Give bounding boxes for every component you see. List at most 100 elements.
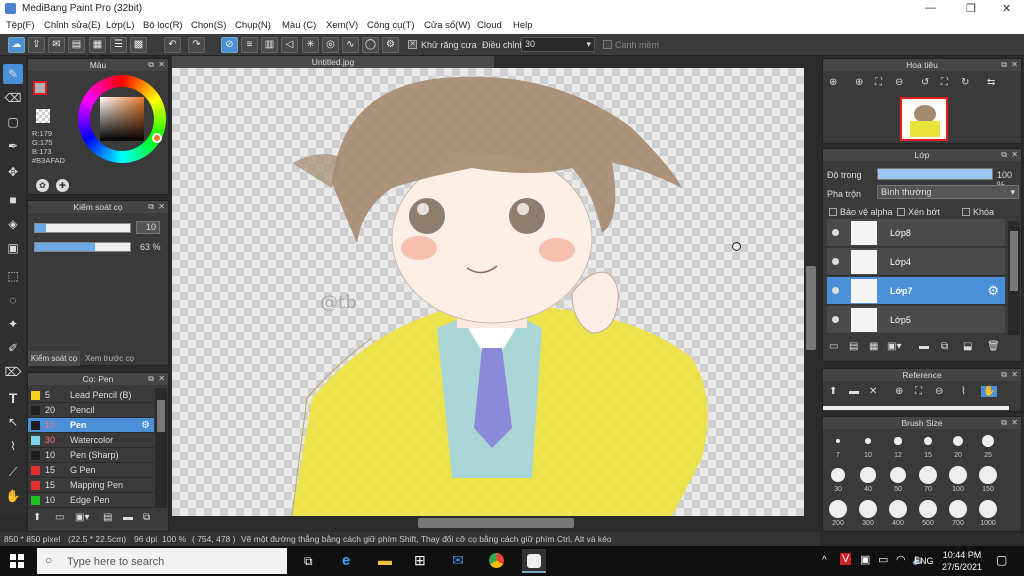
search-box[interactable]: ○ Type here to search [37, 548, 287, 574]
foreground-color[interactable] [33, 81, 47, 95]
fit-icon[interactable]: ⛶ [915, 386, 922, 397]
radial-snap-icon[interactable]: ✳ [302, 37, 319, 53]
tab-brush-preview[interactable]: Xem trước cọ [82, 351, 137, 366]
no-snap-icon[interactable]: ⊘ [221, 37, 238, 53]
menu-view[interactable]: Xem(V) [326, 20, 358, 31]
palette-add-icon[interactable]: ✚ [56, 179, 69, 192]
clipping-checkbox[interactable] [897, 208, 905, 216]
canvas-horizontal-scrollbar[interactable] [172, 516, 804, 530]
popout-icon[interactable]: ⧉ [148, 59, 154, 71]
brush-size-dot[interactable] [919, 500, 937, 518]
close-icon[interactable]: ✕ [158, 201, 165, 213]
flip-icon[interactable]: ⇆ [987, 77, 995, 88]
brush-size-dot[interactable] [919, 466, 937, 484]
rotate-right-icon[interactable]: ↻ [961, 77, 969, 88]
eyedropper-icon[interactable]: ⌇ [961, 386, 966, 397]
popout-icon[interactable]: ⧉ [1001, 59, 1007, 71]
parallel-snap-icon[interactable]: ≡ [241, 37, 258, 53]
brush-doc-icon[interactable]: ▤ [103, 512, 112, 523]
menu-filter[interactable]: Bộ lọc(R) [143, 20, 183, 31]
canvas-vertical-scrollbar[interactable] [804, 68, 818, 516]
document-icon[interactable]: ▦ [89, 37, 106, 53]
antialias-checkbox[interactable]: ✕ [408, 40, 417, 49]
fill-tool-icon[interactable]: ◈ [3, 214, 23, 234]
redo-icon[interactable]: ↷ [188, 37, 205, 53]
close-icon[interactable]: ✕ [1011, 417, 1018, 429]
cross-snap-icon[interactable]: ▥ [261, 37, 278, 53]
rotate-left-icon[interactable]: ↺ [921, 77, 929, 88]
undo-icon[interactable]: ↶ [164, 37, 181, 53]
menu-cloud[interactable]: Cloud [477, 20, 502, 31]
new-halftone-layer-icon[interactable]: ▦ [869, 341, 878, 352]
gear-icon[interactable]: ⚙ [987, 283, 999, 299]
brush-item[interactable]: 30 Watercolor [28, 433, 154, 448]
snap-settings-icon[interactable]: ⚙ [382, 37, 399, 53]
edge-checkbox[interactable] [603, 40, 612, 49]
menu-edit[interactable]: Chỉnh sửa(E) [44, 20, 101, 31]
brush-opacity-slider[interactable] [34, 242, 131, 252]
brush-size-dot[interactable] [979, 466, 997, 484]
zoom-out-icon[interactable]: ⊖ [935, 386, 943, 397]
open-icon[interactable]: ▬ [849, 386, 859, 397]
zoom-in-icon[interactable]: ⊕ [855, 77, 863, 88]
circle-snap-icon[interactable]: ◎ [322, 37, 339, 53]
brush-tool-icon[interactable]: ✎ [3, 64, 23, 84]
brush-item[interactable]: 15 Mapping Pen [28, 478, 154, 493]
layer-menu-icon[interactable]: ▣▾ [887, 341, 901, 352]
close-icon[interactable]: ✕ [1011, 369, 1018, 381]
eye-icon[interactable] [832, 287, 839, 294]
delete-icon[interactable]: 🗑 [987, 341, 1000, 352]
clock[interactable]: 10:44 PM 27/5/2021 [942, 549, 982, 573]
dot-tool-icon[interactable]: ▢ [3, 112, 23, 132]
layer-row[interactable]: Lớp8 [827, 219, 1005, 247]
eye-icon[interactable] [832, 316, 839, 323]
brush-item[interactable]: 10 Pen (Sharp) [28, 448, 154, 463]
chrome-icon[interactable] [489, 553, 504, 568]
add-brush-icon[interactable]: ⬆ [33, 512, 41, 523]
blend-select[interactable]: Bình thường ▾ [877, 185, 1019, 199]
brush-size-dot[interactable] [889, 500, 907, 518]
curve-snap-icon[interactable]: ∿ [342, 37, 359, 53]
brush-size-dot[interactable] [860, 467, 876, 483]
cloud-icon[interactable]: ☁ [8, 37, 25, 53]
zoom-in-icon[interactable]: ⊕ [829, 77, 837, 88]
eraser-tool-icon[interactable]: ⌫ [3, 88, 23, 108]
close-button[interactable]: ✕ [1002, 2, 1011, 15]
store-icon[interactable]: ⊞ [414, 552, 426, 569]
brush-size-dot[interactable] [923, 436, 933, 446]
palette-icon[interactable]: ✿ [36, 179, 49, 192]
menu-window[interactable]: Cửa sổ(W) [424, 20, 470, 31]
layer-row[interactable]: Lớp5 [827, 306, 1005, 334]
ellipse-snap-icon[interactable]: ◯ [362, 37, 379, 53]
menu-layer[interactable]: Lớp(L) [106, 20, 134, 31]
task-view-icon[interactable]: ⧉ [304, 554, 313, 569]
navigator-preview[interactable] [900, 97, 948, 141]
layer-scrollbar[interactable] [1008, 221, 1020, 335]
upload-icon[interactable]: ⬆ [829, 386, 837, 397]
text-tool-icon[interactable]: T [3, 388, 23, 408]
fit-icon[interactable]: ⛶ [875, 77, 882, 88]
popout-icon[interactable]: ⧉ [148, 373, 154, 385]
saturation-square[interactable] [100, 97, 144, 141]
operation-tool-icon[interactable]: ↖ [3, 412, 23, 432]
grid-icon[interactable]: ▩ [130, 37, 147, 53]
layer-row-selected[interactable]: Lớp7 ⚙ [827, 277, 1005, 305]
comment-icon[interactable]: ▤ [68, 37, 85, 53]
hand-tool-icon[interactable]: ✋ [3, 486, 23, 506]
edge-icon[interactable]: e [342, 552, 350, 569]
menu-select[interactable]: Chọn(S) [191, 20, 226, 31]
brush-size-dot[interactable] [829, 500, 847, 518]
eyedropper-tool-icon[interactable]: ⌇ [3, 436, 23, 456]
close-icon[interactable]: ✕ [1011, 149, 1018, 161]
share-icon[interactable]: ⇪ [28, 37, 45, 53]
duplicate-layer-icon[interactable]: ⧉ [941, 341, 948, 352]
eye-icon[interactable] [832, 229, 839, 236]
mail-icon[interactable]: ✉ [452, 552, 464, 569]
close-reference-icon[interactable]: ✕ [869, 386, 877, 397]
battery-icon[interactable]: ▭ [878, 553, 888, 566]
brush-size-slider[interactable] [34, 223, 131, 233]
menu-color[interactable]: Màu (C) [282, 20, 316, 31]
tab-brush-control[interactable]: Kiểm soát cọ [28, 351, 80, 366]
zoom-out-icon[interactable]: ⊖ [895, 77, 903, 88]
maximize-button[interactable]: ❐ [966, 2, 976, 15]
